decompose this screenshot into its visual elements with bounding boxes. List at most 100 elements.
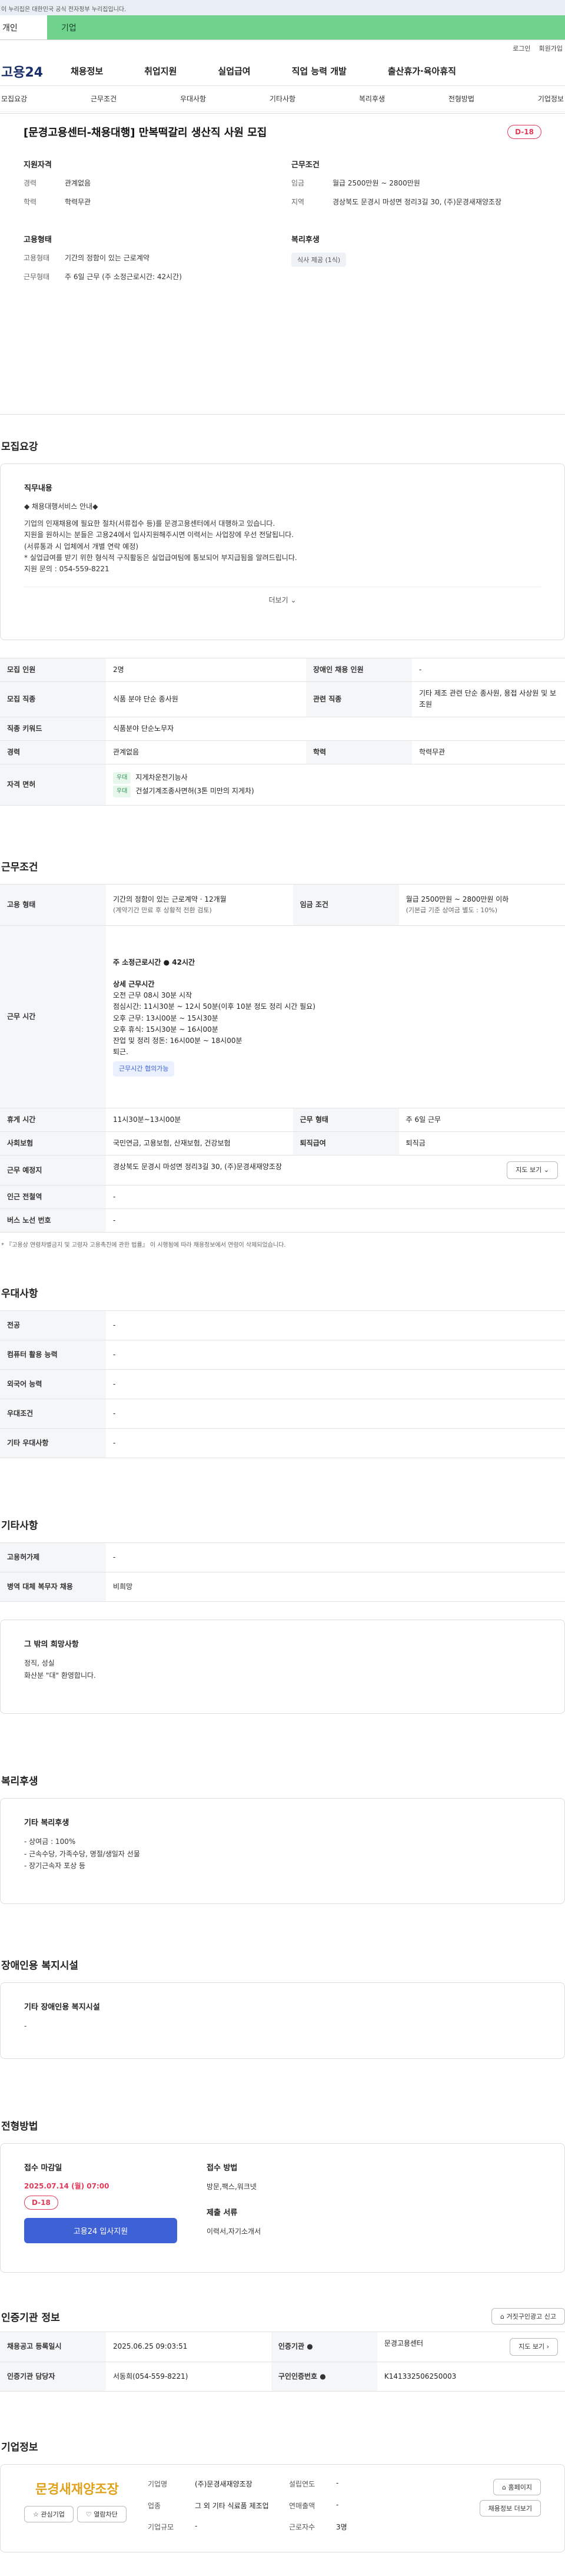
ins-value: 국민연금, 고용보험, 산재보험, 건강보험	[106, 1131, 293, 1156]
dis-value: -	[412, 657, 565, 683]
map-label: 지도 보기	[516, 1166, 542, 1174]
anchor-company[interactable]: 기업정보	[538, 94, 564, 104]
dday-badge: D-18	[24, 2196, 58, 2210]
edu-value: 학력무관	[412, 740, 565, 764]
desc-line: 지원을 원하시는 분들은 고용24에서 입사지원해주시면 이력서는 사업장에 우…	[24, 531, 294, 539]
region-label: 지역	[291, 198, 305, 206]
site-logo[interactable]: 고용24	[0, 62, 71, 81]
pref-heading: 우대사항	[1, 1288, 38, 1300]
work-heading: 근무조건	[1, 861, 38, 873]
tab-personal[interactable]: 개인	[0, 15, 47, 39]
anchor-process[interactable]: 전형방법	[448, 94, 474, 104]
ins-label: 사회보험	[0, 1131, 106, 1156]
wage-sub: (기본급 기준 상여금 별도 : 10%)	[406, 906, 498, 915]
fav-button[interactable]: ☆ 관심기업	[24, 2505, 74, 2522]
reg-label: 채용공고 등록일시	[0, 2332, 106, 2362]
lic-label: 자격 면허	[0, 763, 106, 806]
emp-time-label: 근무형태	[24, 273, 50, 281]
company-heading: 기업정보	[1, 2441, 38, 2454]
co-size-value: -	[195, 2522, 198, 2531]
map-label: 지도 보기	[519, 2343, 545, 2351]
nav-item-unemployment[interactable]: 실업급여	[218, 65, 250, 77]
anchor-etc[interactable]: 기타사항	[270, 94, 295, 104]
desc-line: 지원 문의 : 054-559-8221	[24, 564, 109, 573]
company-box: 문경새재양조장 ☆ 관심기업 ♡ 열람차단 기업명 (주)문경새재양조장 설립연도…	[0, 2464, 565, 2552]
form-value: 주 6일 근무	[398, 1107, 565, 1133]
org-value: 문경고용센터	[384, 2339, 424, 2348]
utility-links: 로그인 회원가입	[0, 40, 565, 57]
pref-label: 전공	[0, 1310, 106, 1341]
time-line: 오후 근무: 13시00분 ~ 15시30분	[113, 1014, 218, 1022]
no-label: 구인인증번호 ●	[271, 2361, 377, 2392]
nav-item-training[interactable]: 직업 능력 개발	[292, 65, 347, 77]
anchor-benefit[interactable]: 복리후생	[359, 94, 385, 104]
bus-value: -	[106, 1208, 565, 1233]
tab-company[interactable]: 기업	[47, 15, 565, 39]
nav-item-employment-support[interactable]: 취업지원	[144, 65, 177, 77]
user-type-tabs: 개인 기업	[0, 15, 565, 40]
benefit-box-heading: 기타 복리후생	[24, 1819, 69, 1828]
time-label: 근무 시간	[0, 925, 106, 1108]
loc-label: 근무 예정지	[0, 1155, 106, 1186]
age-note: * 『고용상 연령차별금지 및 고령자 고용촉진에 관한 법률』 이 시행됨에 …	[1, 1242, 286, 1249]
pref-value: -	[106, 1399, 565, 1429]
co-ind-label: 업종	[148, 2501, 161, 2510]
fav-label: 관심기업	[41, 2510, 65, 2518]
disfac-box-heading: 기타 장애인용 복지시설	[24, 2003, 100, 2012]
map-button[interactable]: 지도 보기 ›	[510, 2338, 558, 2356]
edu-label: 학력	[24, 198, 37, 206]
pref-label: 우대조건	[0, 1399, 106, 1429]
cert-table: 채용공고 등록일시 2025.06.25 09:03:51 인증기관 ● 문경고용센터…	[0, 2332, 565, 2392]
rel-value: 기타 제조 관련 단순 종사원, 용접 사상원 및 보조원	[412, 681, 565, 717]
rest-label: 휴게 시간	[0, 1107, 106, 1133]
login-link[interactable]: 로그인	[513, 44, 530, 53]
time-line: 주 소정근로시간 ● 42시간	[113, 958, 195, 966]
time-line: 잔업 및 정리 정돈: 16시00분 ~ 18시00분	[113, 1037, 242, 1045]
more-jobs-button[interactable]: 채용정보 더보기	[479, 2499, 541, 2517]
more-button[interactable]: 더보기 ⌄	[24, 587, 541, 612]
time-line: 오후 휴식: 15시30분 ~ 16시00분	[113, 1025, 218, 1034]
etc-box-heading: 그 밖의 희망사항	[24, 1640, 79, 1650]
job-summary: [문경고용센터-채용대행] 만복떡갈리 생산직 사원 모집 D-18 지원자격 …	[0, 113, 565, 415]
loc-value: 경상북도 문경시 마성면 정리3길 30, (주)문경새재양조장	[113, 1163, 282, 1171]
anchor-recruit[interactable]: 모집요강	[1, 94, 27, 104]
docs-value: 이력서,자기소개서	[207, 2227, 261, 2236]
method-heading: 접수 방법	[207, 2164, 238, 2173]
co-sales-value: -	[336, 2500, 339, 2509]
co-est-value: -	[336, 2478, 339, 2487]
nav-item-jobs[interactable]: 채용정보	[71, 65, 103, 77]
disfac-heading: 장애인용 복지시설	[1, 1960, 79, 1972]
rel-label: 관련 직종	[306, 681, 412, 717]
anchor-work[interactable]: 근무조건	[91, 94, 117, 104]
map-button[interactable]: 지도 보기 ⌄	[507, 1161, 558, 1179]
report-button[interactable]: ⌂ 거짓구인광고 신고	[491, 2308, 565, 2325]
mgr-label: 인증기관 담당자	[0, 2361, 106, 2392]
nav-item-leave[interactable]: 출산휴가·육아휴직	[388, 65, 456, 77]
homepage-button[interactable]: ⌂ 홈페이지	[493, 2478, 541, 2495]
emp-label: 고용 형태	[0, 883, 106, 926]
co-name-label: 기업명	[148, 2479, 168, 2488]
join-link[interactable]: 회원가입	[539, 44, 563, 53]
main-nav: 고용24 채용정보 취업지원 실업급여 직업 능력 개발 출산휴가·육아휴직	[0, 57, 565, 86]
gov-notice: 이 누리집은 대한민국 공식 전자정부 누리집입니다.	[1, 6, 127, 13]
deadline-value: 2025.07.14 (월) 07:00	[24, 2182, 109, 2191]
emp-value: 기간의 정함이 있는 근로계약 · 12개월	[113, 895, 227, 904]
home-icon: ⌂	[500, 2313, 505, 2321]
block-button[interactable]: ♡ 열람차단	[77, 2505, 127, 2522]
rest-value: 11시30분~13시00분	[106, 1107, 293, 1133]
emp-type-value: 기간의 정함이 있는 근로계약	[65, 254, 149, 262]
etc-value: 비희망	[106, 1572, 565, 1602]
gov-notice-bar: 이 누리집은 대한민국 공식 전자정부 누리집입니다.	[0, 0, 565, 15]
co-emp-label: 근로자수	[289, 2523, 315, 2532]
section-anchor-nav: 모집요강 근무조건 우대사항 기타사항 복리후생 전형방법 기업정보	[0, 86, 565, 112]
dis-label: 장애인 채용 인원	[306, 657, 412, 683]
etc-value: -	[106, 1542, 565, 1573]
pref-value: -	[106, 1310, 565, 1341]
anchor-pref[interactable]: 우대사항	[180, 94, 206, 104]
desc-line: 기업의 인재채용에 필요한 절차(서류접수 등)를 문경고용센터에서 대행하고 …	[24, 519, 275, 528]
apply-button[interactable]: 고용24 입사지원	[24, 2218, 177, 2244]
org-label: 인증기관 ●	[271, 2332, 377, 2362]
pref-value: -	[106, 1369, 565, 1400]
career-label: 경력	[0, 740, 106, 764]
form-label: 근무 형태	[293, 1107, 399, 1133]
